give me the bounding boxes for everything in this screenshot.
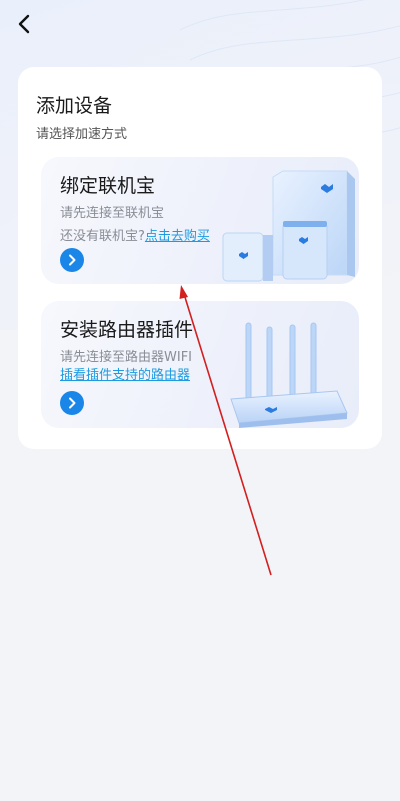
buy-link[interactable]: 点击去购买 [145,229,210,244]
bind-device-hint: 请先连接至联机宝 [60,206,165,221]
chevron-right-icon [69,397,76,409]
bind-device-title: 绑定联机宝 [60,175,156,197]
router-plugin-title: 安装路由器插件 [60,319,194,341]
lianjibao-device-illustration [222,170,355,282]
router-illustration [230,322,348,428]
add-device-panel: 添加设备 请选择加速方式 绑定联机宝 请先连接至联机宝 还没有联机宝?点击去购买… [18,67,382,449]
page-subtitle: 请选择加速方式 [36,127,128,142]
buy-prompt: 还没有联机宝?点击去购买 [60,225,210,244]
buy-prompt-text: 还没有联机宝? [60,229,145,244]
router-plugin-card[interactable]: 安装路由器插件 请先连接至路由器WIFI 插看插件支持的路由器 [41,301,359,428]
chevron-right-icon [69,254,76,266]
back-button[interactable] [10,10,38,38]
supported-routers-link[interactable]: 插看插件支持的路由器 [60,364,190,383]
page-title: 添加设备 [36,95,113,117]
router-plugin-go-button[interactable] [60,391,84,415]
bind-device-card[interactable]: 绑定联机宝 请先连接至联机宝 还没有联机宝?点击去购买 [41,157,359,284]
bind-device-go-button[interactable] [60,248,84,272]
router-plugin-hint: 请先连接至路由器WIFI [60,350,192,365]
chevron-left-icon [18,14,30,34]
